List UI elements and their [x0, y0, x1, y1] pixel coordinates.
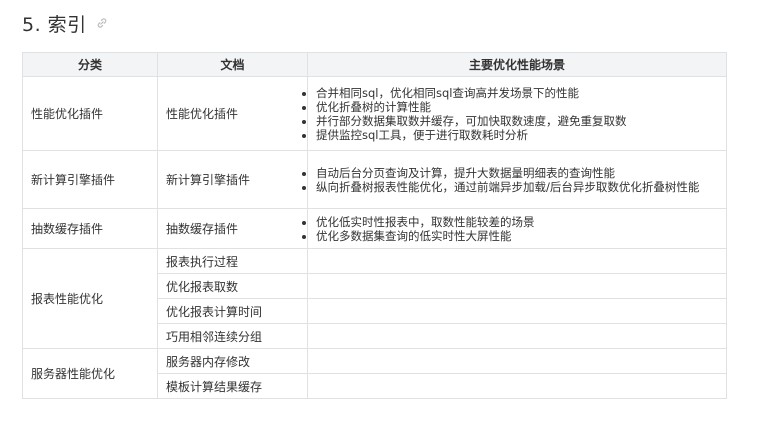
- table-row: 性能优化插件 性能优化插件 合并相同sql，优化相同sql查询高并发场景下的性能…: [22, 76, 727, 151]
- scenario-cell: [307, 373, 727, 399]
- category-cell: 性能优化插件: [22, 76, 158, 151]
- scenario-cell: [307, 323, 727, 349]
- doc-link[interactable]: 性能优化插件: [166, 107, 238, 121]
- doc-link[interactable]: 抽数缓存插件: [166, 222, 238, 236]
- scenario-cell: 合并相同sql，优化相同sql查询高并发场景下的性能 优化折叠树的计算性能 并行…: [307, 76, 727, 151]
- scenario-item: 优化多数据集查询的低实时性大屏性能: [316, 229, 718, 243]
- scenario-list: 自动后台分页查询及计算，提升大数据量明细表的查询性能 纵向折叠树报表性能优化，通…: [316, 166, 718, 194]
- scenario-cell: [307, 298, 727, 324]
- scenario-cell: 优化低实时性报表中，取数性能较差的场景 优化多数据集查询的低实时性大屏性能: [307, 208, 727, 249]
- section-heading: 5. 索引: [22, 10, 108, 36]
- table-row: 报表性能优化 报表执行过程: [22, 248, 727, 349]
- doc-link[interactable]: 优化报表取数: [166, 280, 238, 294]
- column-header-scenarios: 主要优化性能场景: [307, 52, 727, 77]
- category-cell: 新计算引擎插件: [22, 150, 158, 209]
- scenario-list: 优化低实时性报表中，取数性能较差的场景 优化多数据集查询的低实时性大屏性能: [316, 215, 718, 243]
- doc-link[interactable]: 服务器内存修改: [166, 355, 250, 369]
- column-header-category: 分类: [22, 52, 158, 77]
- doc-link[interactable]: 报表执行过程: [166, 255, 238, 269]
- scenario-item: 合并相同sql，优化相同sql查询高并发场景下的性能: [316, 86, 718, 100]
- category-cell: 报表性能优化: [22, 248, 158, 349]
- table-row: 服务器性能优化 服务器内存修改: [22, 348, 727, 399]
- doc-link[interactable]: 模板计算结果缓存: [166, 380, 262, 394]
- index-table: 分类 文档 主要优化性能场景 性能优化插件 性能优化插件 合并相同sql，优化相…: [22, 52, 727, 399]
- table-row: 抽数缓存插件 抽数缓存插件 优化低实时性报表中，取数性能较差的场景 优化多数据集…: [22, 208, 727, 249]
- link-icon[interactable]: [96, 17, 108, 29]
- scenario-cell: [307, 348, 727, 374]
- table-row: 新计算引擎插件 新计算引擎插件 自动后台分页查询及计算，提升大数据量明细表的查询…: [22, 150, 727, 209]
- category-cell: 抽数缓存插件: [22, 208, 158, 249]
- doc-link[interactable]: 新计算引擎插件: [166, 173, 250, 187]
- scenario-item: 自动后台分页查询及计算，提升大数据量明细表的查询性能: [316, 166, 718, 180]
- doc-link[interactable]: 优化报表计算时间: [166, 305, 262, 319]
- scenario-item: 提供监控sql工具，便于进行取数耗时分析: [316, 128, 718, 142]
- doc-link[interactable]: 巧用相邻连续分组: [166, 330, 262, 344]
- header-row: 分类 文档 主要优化性能场景: [22, 52, 727, 77]
- column-header-document: 文档: [157, 52, 308, 77]
- scenario-cell: [307, 248, 727, 274]
- scenario-item: 纵向折叠树报表性能优化，通过前端异步加载/后台异步取数优化折叠树性能: [316, 180, 718, 194]
- scenario-item: 并行部分数据集取数并缓存，可加快取数速度，避免重复取数: [316, 114, 718, 128]
- scenario-list: 合并相同sql，优化相同sql查询高并发场景下的性能 优化折叠树的计算性能 并行…: [316, 86, 718, 142]
- section-title: 5. 索引: [22, 13, 87, 36]
- scenario-cell: 自动后台分页查询及计算，提升大数据量明细表的查询性能 纵向折叠树报表性能优化，通…: [307, 150, 727, 209]
- scenario-cell: [307, 273, 727, 299]
- scenario-item: 优化折叠树的计算性能: [316, 100, 718, 114]
- scenario-item: 优化低实时性报表中，取数性能较差的场景: [316, 215, 718, 229]
- category-cell: 服务器性能优化: [22, 348, 158, 399]
